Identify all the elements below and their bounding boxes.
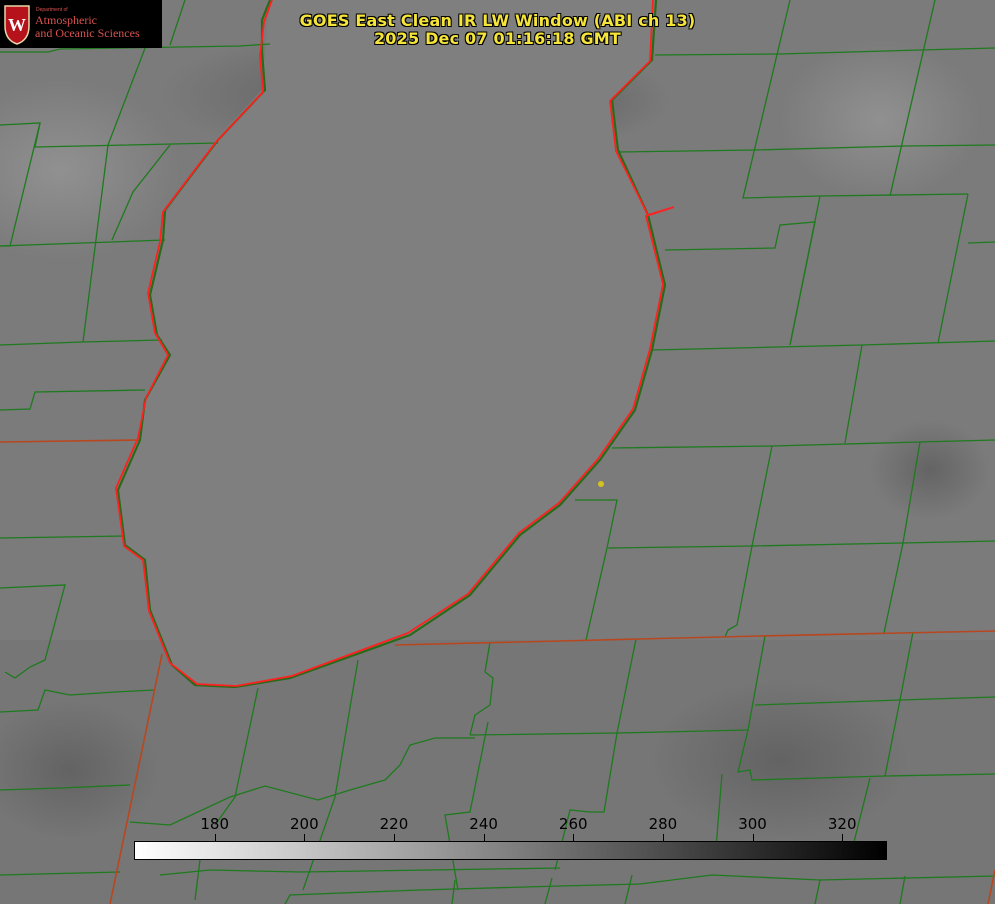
colorbar-tick-mark [753, 834, 754, 841]
colorbar-tick-mark [484, 834, 485, 841]
colorbar-tick-label: 200 [289, 815, 319, 833]
colorbar-tick-label: 180 [200, 815, 229, 833]
cloud-dark-east [870, 420, 990, 520]
map-layer [0, 0, 995, 904]
colorbar-tick-mark [215, 834, 216, 841]
colorbar-tick-mark [842, 834, 843, 841]
image-timestamp: 2025 Dec 07 01:16:18 GMT [373, 29, 622, 48]
colorbar-tick-mark [573, 834, 574, 841]
station-marker [598, 481, 604, 487]
colorbar [134, 841, 887, 860]
colorbar-tick-label: 220 [379, 815, 409, 833]
colorbar-tick-label: 300 [738, 815, 767, 833]
satellite-image: W Department of Atmospheric and Oceanic … [0, 0, 995, 904]
image-title: GOES East Clean IR LW Window (ABI ch 13) [299, 11, 696, 30]
colorbar-tick-label: 320 [827, 815, 857, 833]
colorbar-tick-mark [663, 834, 664, 841]
colorbar-tick-mark [304, 834, 305, 841]
cloud-light-east [780, 40, 980, 200]
colorbar-tick-label: 260 [558, 815, 588, 833]
colorbar-tick-label: 280 [648, 815, 678, 833]
colorbar-tick-mark [394, 834, 395, 841]
colorbar-tick-label: 240 [469, 815, 498, 833]
